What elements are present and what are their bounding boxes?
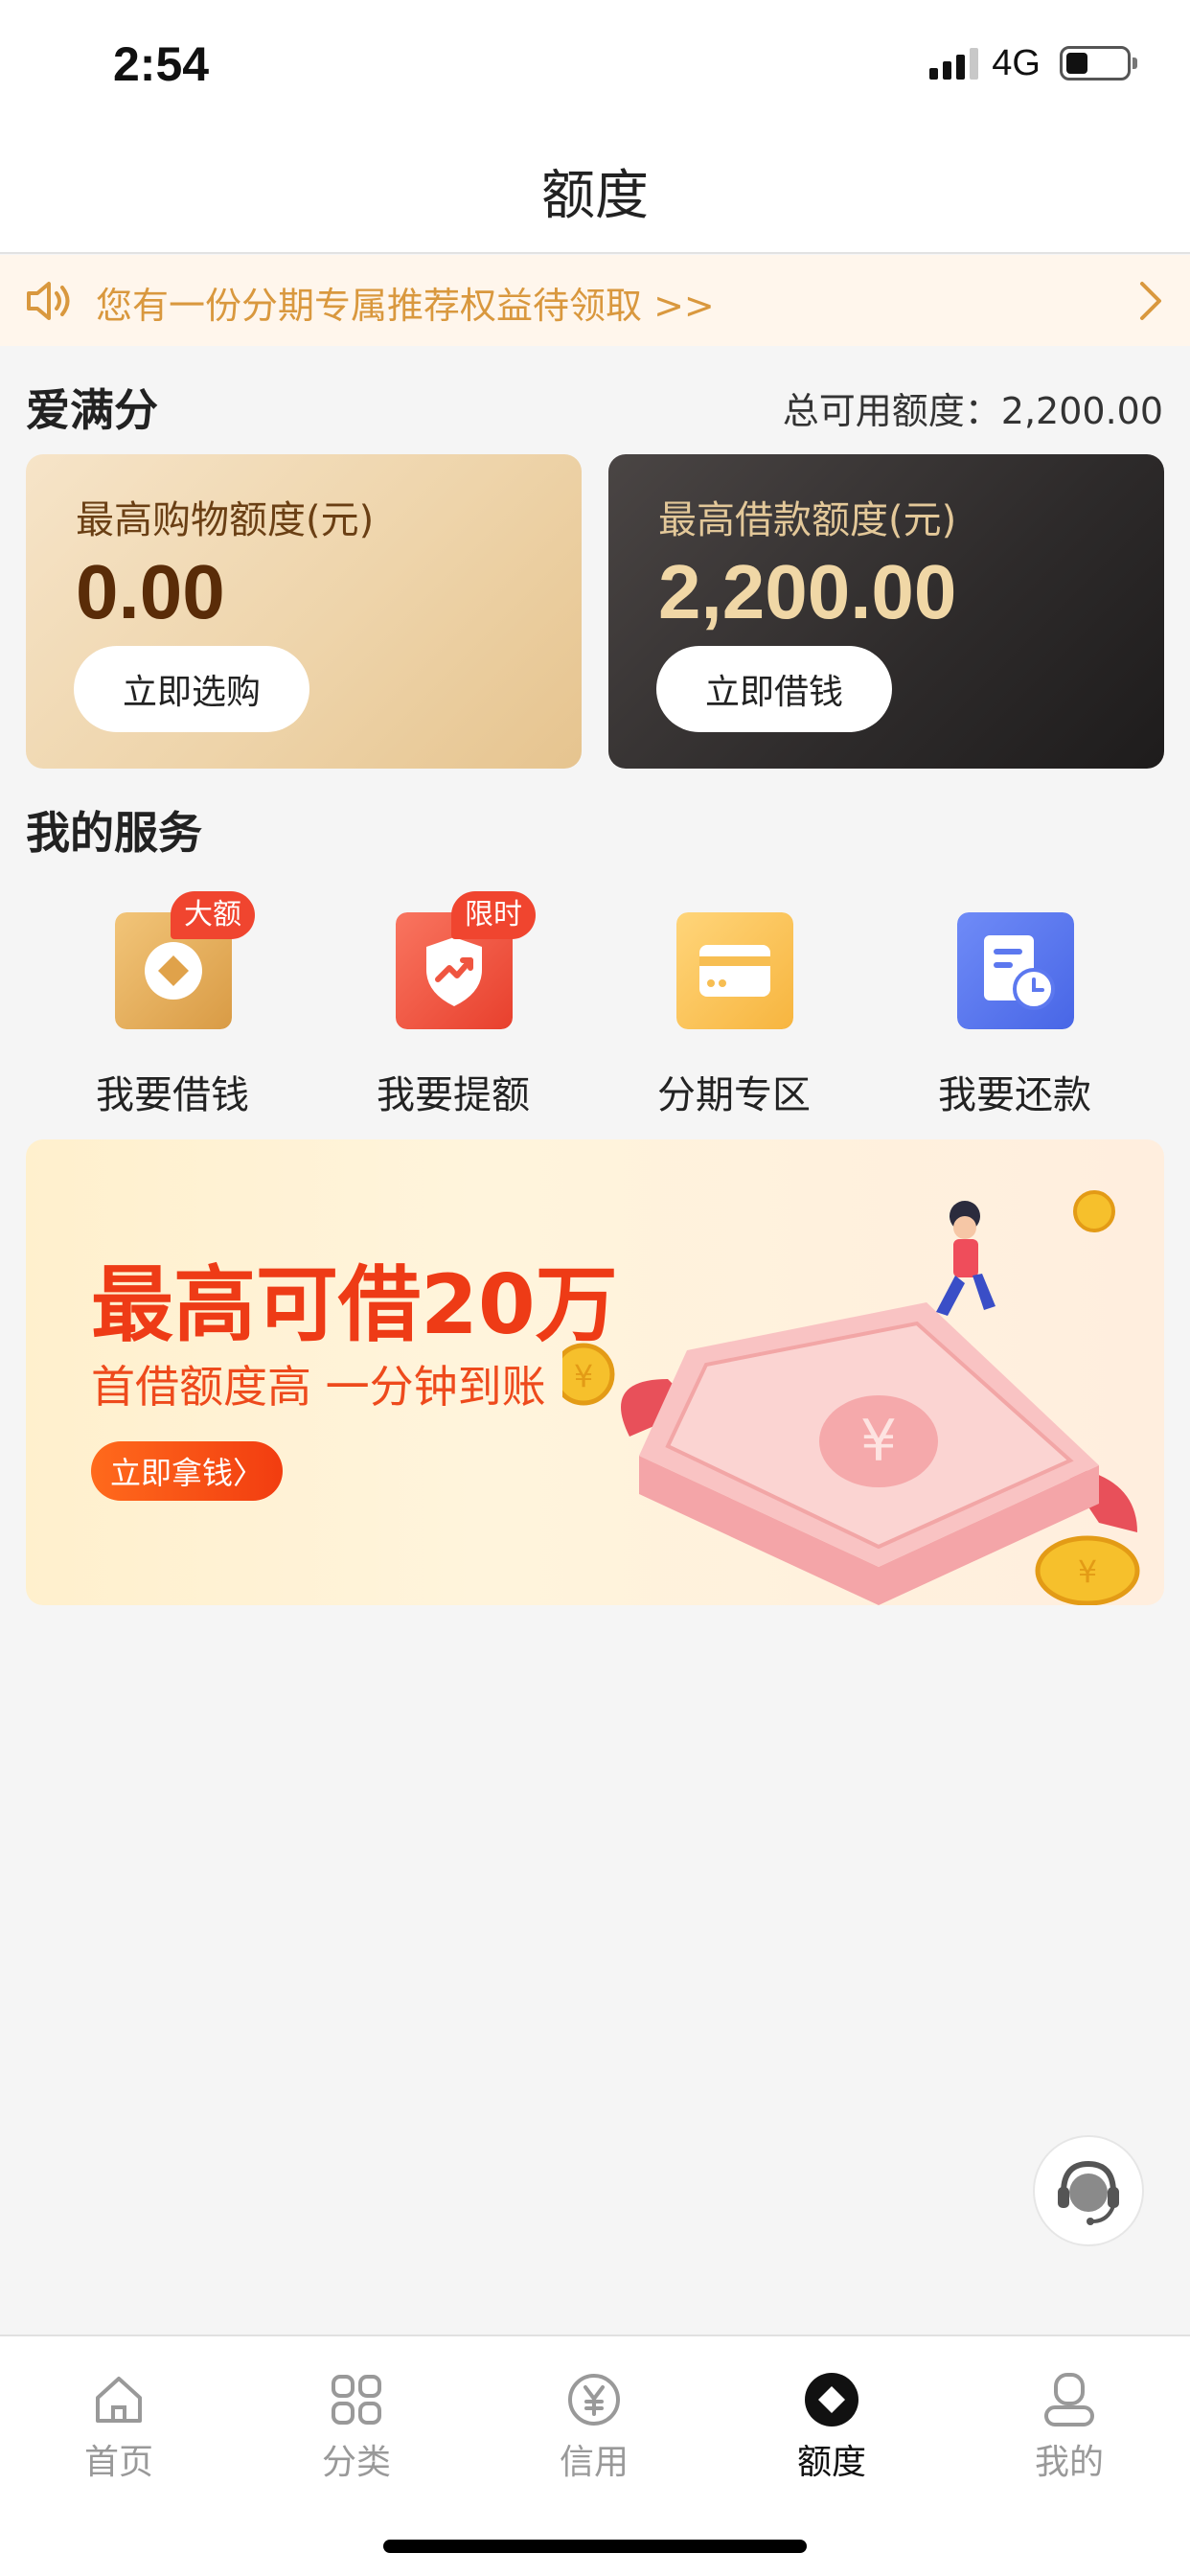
tab-profile[interactable]: 我的 (950, 2371, 1188, 2496)
service-badge: 大额 (171, 891, 255, 939)
tab-credit[interactable]: 信用 (475, 2371, 713, 2496)
shopping-quota-label: 最高购物额度(元) (76, 498, 375, 542)
quota-icon (805, 2373, 858, 2426)
service-label: 我要提额 (377, 1073, 530, 1117)
chevron-right-icon (1140, 282, 1161, 320)
page-title: 额度 (541, 164, 649, 227)
service-repay[interactable]: 我要还款 (890, 912, 1139, 1123)
get-money-button[interactable]: 立即拿钱〉 (91, 1441, 283, 1501)
service-label: 我要还款 (938, 1073, 1091, 1117)
money-stack-illustration: ¥ ¥ ¥ (562, 1190, 1140, 1605)
shopping-quota-card[interactable]: 最高购物额度(元) 0.00 立即选购 (26, 454, 582, 769)
service-badge: 限时 (451, 891, 536, 939)
shopping-quota-value: 0.00 (76, 549, 225, 634)
tab-home[interactable]: 首页 (0, 2371, 238, 2496)
customer-service-button[interactable] (1033, 2135, 1144, 2246)
battery-icon (1060, 46, 1137, 80)
loan-quota-value: 2,200.00 (658, 549, 957, 634)
tab-label: 信用 (559, 2443, 629, 2482)
profile-icon (1044, 2373, 1094, 2426)
speaker-icon (27, 282, 70, 320)
home-indicator (383, 2540, 807, 2553)
notice-text: 您有一份分期专属推荐权益待领取 >> (96, 285, 715, 327)
card-icon (676, 912, 793, 1029)
promo-banner[interactable]: 最高可借20万 首借额度高 一分钟到账 立即拿钱〉 ¥ ¥ ¥ (26, 1139, 1164, 1605)
headset-icon (1058, 2160, 1119, 2225)
status-bar: 2:54 4G (0, 0, 1190, 129)
tab-label: 额度 (796, 2443, 866, 2482)
tab-category[interactable]: 分类 (238, 2371, 475, 2496)
tab-label: 首页 (83, 2443, 153, 2482)
tab-label: 我的 (1034, 2443, 1104, 2482)
nav-bar: 额度 (0, 129, 1190, 254)
status-indicators: 4G (929, 42, 1137, 83)
network-label: 4G (992, 42, 1041, 83)
signal-icon (929, 47, 979, 80)
total-quota-label: 总可用额度： (782, 390, 1001, 432)
svg-text:¥: ¥ (574, 1358, 593, 1394)
service-installment[interactable]: 分期专区 (609, 912, 858, 1123)
service-label: 分期专区 (657, 1073, 811, 1117)
credit-section-title: 爱满分 (26, 384, 158, 436)
service-raise-quota[interactable]: 限时 我要提额 (329, 891, 578, 1123)
banner-title: 最高可借20万 (91, 1257, 618, 1353)
notice-bar[interactable]: 您有一份分期专属推荐权益待领取 >> (0, 255, 1190, 346)
home-icon (96, 2377, 142, 2423)
services-section-title: 我的服务 (26, 807, 202, 859)
svg-text:¥: ¥ (860, 1408, 897, 1475)
shop-now-button[interactable]: 立即选购 (74, 646, 309, 732)
service-label: 我要借钱 (96, 1073, 249, 1117)
tab-quota[interactable]: 额度 (713, 2371, 950, 2496)
total-quota: 总可用额度：2,200.00 (783, 381, 1163, 434)
loan-quota-card[interactable]: 最高借款额度(元) 2,200.00 立即借钱 (608, 454, 1164, 769)
loan-quota-label: 最高借款额度(元) (658, 498, 957, 542)
borrow-now-button[interactable]: 立即借钱 (656, 646, 892, 732)
service-borrow[interactable]: 大额 我要借钱 (48, 891, 297, 1123)
tab-label: 分类 (321, 2443, 391, 2482)
repay-clock-icon (957, 912, 1074, 1029)
total-quota-value: 2,200.00 (1000, 390, 1163, 432)
status-time: 2:54 (113, 37, 210, 91)
grid-icon (332, 2375, 381, 2425)
banner-subtitle: 首借额度高 一分钟到账 (91, 1361, 546, 1413)
yen-icon (568, 2374, 620, 2426)
svg-text:¥: ¥ (1078, 1553, 1097, 1590)
